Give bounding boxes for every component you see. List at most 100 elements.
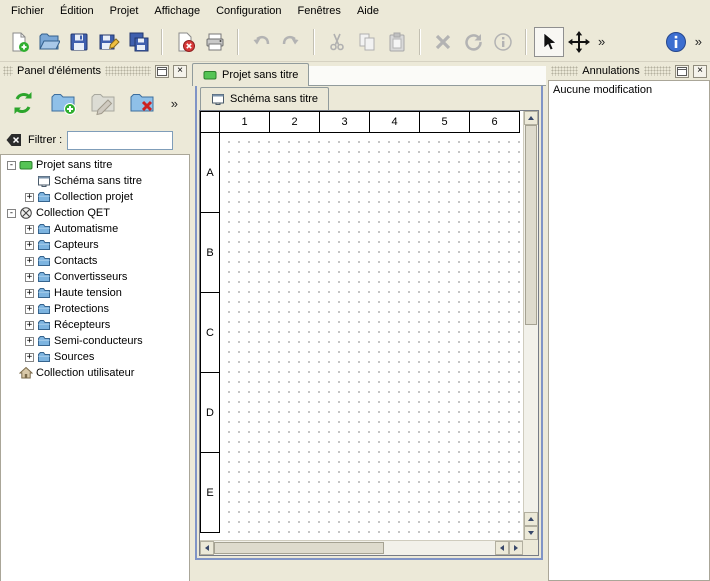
undo-panel-titlebar[interactable]: Annulations × [548,62,710,80]
toolbar-overflow-button[interactable]: » [594,34,609,49]
folder-icon [37,238,51,252]
expander-icon[interactable]: + [25,241,34,250]
about-qet-button[interactable] [661,27,691,57]
tab-schema-sans-titre[interactable]: Schéma sans titre [200,87,329,110]
tree-item-protections[interactable]: + Protections [1,301,189,317]
expander-icon[interactable]: + [25,289,34,298]
copy-button[interactable] [352,27,382,57]
open-project-button[interactable] [34,27,64,57]
reload-collections-button[interactable] [8,86,39,120]
tree-item-collection-projet[interactable]: + Collection projet [1,189,189,205]
menu-projet[interactable]: Projet [102,0,147,22]
close-panel-button[interactable]: × [693,65,707,78]
cut-button[interactable] [322,27,352,57]
horizontal-scroll-track[interactable] [384,541,495,555]
delete-element-button[interactable] [127,86,158,120]
scroll-down-button[interactable] [524,526,538,540]
diagram-grid-area[interactable] [220,133,523,540]
save-all-button[interactable] [124,27,154,57]
elements-panel-titlebar[interactable]: Panel d'éléments × [0,62,190,80]
toolbar-separator [313,29,315,55]
expander-icon[interactable]: + [25,257,34,266]
expander-icon[interactable]: + [25,225,34,234]
toolbar-overflow-button-right[interactable]: » [691,34,706,49]
dock-drag-handle[interactable] [551,66,578,76]
redo-button[interactable] [276,27,306,57]
tree-item-schema-sans-titre[interactable]: Schéma sans titre [1,173,189,189]
select-tool-button[interactable] [534,27,564,57]
tree-item-collection-qet[interactable]: - Collection QET [1,205,189,221]
dock-drag-handle[interactable] [644,66,671,76]
expander-icon[interactable]: + [25,321,34,330]
expander-icon[interactable]: + [25,353,34,362]
scroll-right-button[interactable] [509,541,523,555]
expander-icon[interactable]: + [25,193,34,202]
pan-tool-button[interactable] [564,27,594,57]
float-panel-button[interactable] [155,65,169,78]
clipboard-icon [386,31,408,53]
tree-item-convertisseurs[interactable]: + Convertisseurs [1,269,189,285]
clear-filter-button[interactable] [5,131,23,149]
edit-element-button[interactable] [87,86,118,120]
tree-item-automatisme[interactable]: + Automatisme [1,221,189,237]
tree-item-semi-conducteurs[interactable]: + Semi-conducteurs [1,333,189,349]
horizontal-scrollbar[interactable] [200,540,523,555]
folder-icon [37,350,51,364]
tree-item-collection-utilisateur[interactable]: Collection utilisateur [1,365,189,381]
paste-button[interactable] [382,27,412,57]
scroll-left-button[interactable] [200,541,214,555]
toolbar-separator [237,29,239,55]
diagram-canvas[interactable]: 1 2 3 4 5 6 A B C D E [200,111,523,540]
dock-drag-handle[interactable] [3,66,13,76]
expander-icon[interactable]: - [7,161,16,170]
tree-item-contacts[interactable]: + Contacts [1,253,189,269]
menu-affichage[interactable]: Affichage [146,0,208,22]
horizontal-scroll-thumb[interactable] [214,542,384,554]
close-panel-button[interactable]: × [173,65,187,78]
tree-item-haute-tension[interactable]: + Haute tension [1,285,189,301]
project-tab-bar: Projet sans titre [192,62,546,86]
scroll-left-button-2[interactable] [495,541,509,555]
vertical-scroll-thumb[interactable] [525,125,537,325]
elements-tree: - Projet sans titre Schéma sans titre + … [0,154,190,581]
menu-configuration[interactable]: Configuration [208,0,289,22]
print-button[interactable] [200,27,230,57]
save-button[interactable] [64,27,94,57]
filter-input[interactable] [67,131,173,150]
undo-button[interactable] [246,27,276,57]
new-element-button[interactable] [48,86,79,120]
expander-icon[interactable]: - [7,209,16,218]
menu-fenetres[interactable]: Fenêtres [290,0,349,22]
dock-drag-handle[interactable] [105,66,151,76]
undo-history-list[interactable]: Aucune modification [548,80,710,581]
tree-item-projet-sans-titre[interactable]: - Projet sans titre [1,157,189,173]
panel-toolbar-overflow-button[interactable]: » [167,96,182,111]
tree-item-sources[interactable]: + Sources [1,349,189,365]
new-document-button[interactable] [4,27,34,57]
rotate-button[interactable] [458,27,488,57]
expander-icon[interactable]: + [25,337,34,346]
scroll-up-button-2[interactable] [524,512,538,526]
element-info-button[interactable] [488,27,518,57]
delete-button[interactable] [428,27,458,57]
filter-row: Filtrer : [0,126,190,154]
save-as-button[interactable] [94,27,124,57]
menu-edition[interactable]: Édition [52,0,102,22]
expander-icon[interactable]: + [25,273,34,282]
scroll-up-button[interactable] [524,111,538,125]
filter-label: Filtrer : [28,134,62,146]
delete-icon [432,31,454,53]
move-arrows-icon [568,31,590,53]
vertical-scroll-track[interactable] [524,325,538,512]
tab-projet-sans-titre[interactable]: Projet sans titre [192,63,309,86]
tree-item-label: Sources [54,351,94,363]
close-file-button[interactable] [170,27,200,57]
menu-fichier[interactable]: Fichier [3,0,52,22]
menu-aide[interactable]: Aide [349,0,387,22]
undo-panel-title: Annulations [582,65,640,77]
tree-item-capteurs[interactable]: + Capteurs [1,237,189,253]
float-panel-button[interactable] [675,65,689,78]
tree-item-recepteurs[interactable]: + Récepteurs [1,317,189,333]
expander-icon[interactable]: + [25,305,34,314]
vertical-scrollbar[interactable] [523,111,538,540]
